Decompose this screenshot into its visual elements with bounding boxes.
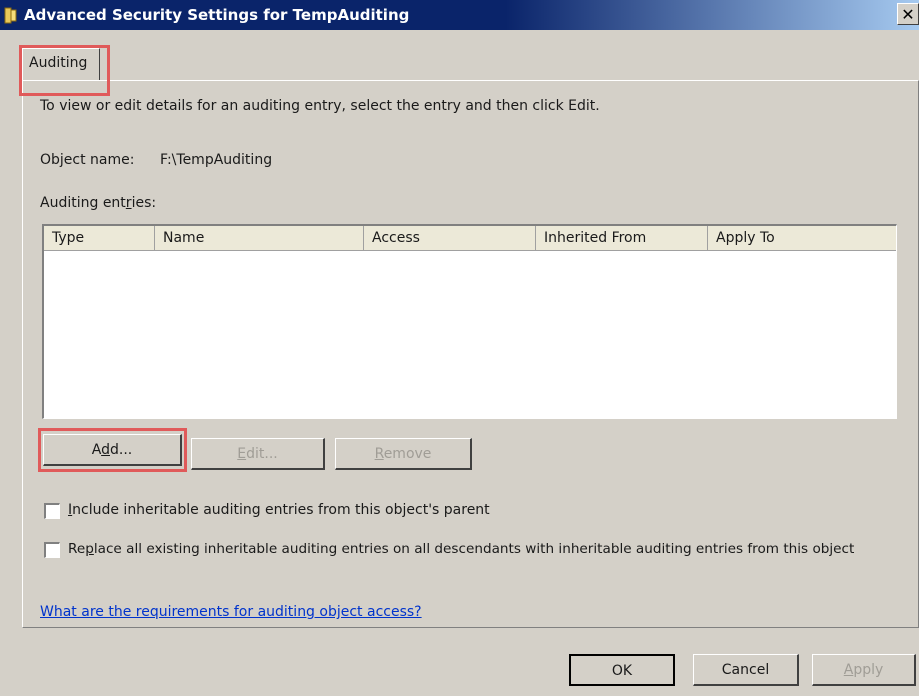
column-header-name[interactable]: Name xyxy=(155,226,364,250)
auditing-requirements-link[interactable]: What are the requirements for auditing o… xyxy=(40,604,422,620)
cancel-button[interactable]: Cancel xyxy=(693,654,799,686)
folder-icon xyxy=(4,7,17,24)
close-icon: ✕ xyxy=(901,5,915,24)
replace-inheritable-label: Replace all existing inheritable auditin… xyxy=(68,541,855,557)
remove-button[interactable]: Remove xyxy=(335,438,472,470)
edit-button[interactable]: Edit... xyxy=(191,438,325,470)
include-inheritable-label: Include inheritable auditing entries fro… xyxy=(68,502,490,518)
column-header-inherited-from[interactable]: Inherited From xyxy=(536,226,708,250)
column-header-type[interactable]: Type xyxy=(44,226,155,250)
column-header-access[interactable]: Access xyxy=(364,226,536,250)
tab-highlight-box xyxy=(19,45,110,96)
apply-button[interactable]: Apply xyxy=(812,654,916,686)
add-highlight-box xyxy=(38,428,187,472)
window-title: Advanced Security Settings for TempAudit… xyxy=(24,6,410,24)
column-header-apply-to[interactable]: Apply To xyxy=(708,226,896,250)
ok-button[interactable]: OK xyxy=(569,654,675,686)
auditing-entries-label: Auditing entries: xyxy=(40,195,157,211)
include-inheritable-checkbox[interactable] xyxy=(44,503,60,519)
close-button[interactable]: ✕ xyxy=(897,3,919,25)
object-name-label: Object name: xyxy=(40,152,135,168)
list-header: Type Name Access Inherited From Apply To xyxy=(44,226,896,251)
auditing-entries-list[interactable]: Type Name Access Inherited From Apply To xyxy=(42,224,897,419)
replace-inheritable-checkbox[interactable] xyxy=(44,542,60,558)
title-bar: Advanced Security Settings for TempAudit… xyxy=(0,0,919,30)
object-name-value: F:\TempAuditing xyxy=(160,152,273,168)
instruction-text: To view or edit details for an auditing … xyxy=(40,98,600,114)
